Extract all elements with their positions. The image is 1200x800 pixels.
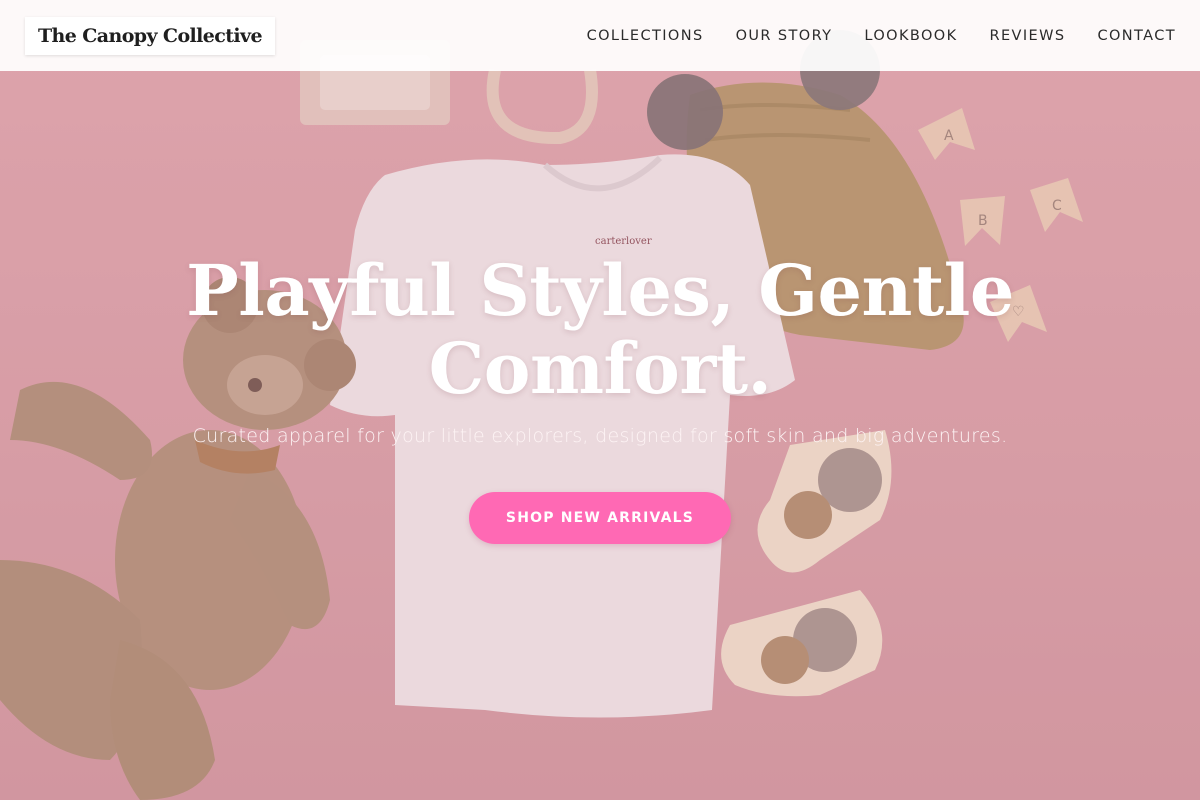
hero-section: A B C ♡ carterlover Playful Styles, Gent… <box>0 0 1200 800</box>
nav-item-lookbook[interactable]: LOOKBOOK <box>864 28 957 44</box>
site-header: The Canopy Collective COLLECTIONS OUR ST… <box>0 0 1200 71</box>
brand-logo[interactable]: The Canopy Collective <box>25 16 275 55</box>
hero-subtitle: Curated apparel for your little explorer… <box>192 425 1008 447</box>
shop-new-arrivals-button[interactable]: SHOP NEW ARRIVALS <box>469 492 731 544</box>
hero-headline-line2: Comfort. <box>428 327 772 410</box>
nav-item-contact[interactable]: CONTACT <box>1097 28 1176 44</box>
main-nav: COLLECTIONS OUR STORY LOOKBOOK REVIEWS C… <box>587 28 1176 44</box>
nav-item-collections[interactable]: COLLECTIONS <box>587 28 704 44</box>
hero-headline: Playful Styles, Gentle Comfort. <box>0 252 1200 408</box>
nav-item-our-story[interactable]: OUR STORY <box>736 28 833 44</box>
nav-item-reviews[interactable]: REVIEWS <box>990 28 1066 44</box>
hero-headline-line1: Playful Styles, Gentle <box>186 249 1014 332</box>
